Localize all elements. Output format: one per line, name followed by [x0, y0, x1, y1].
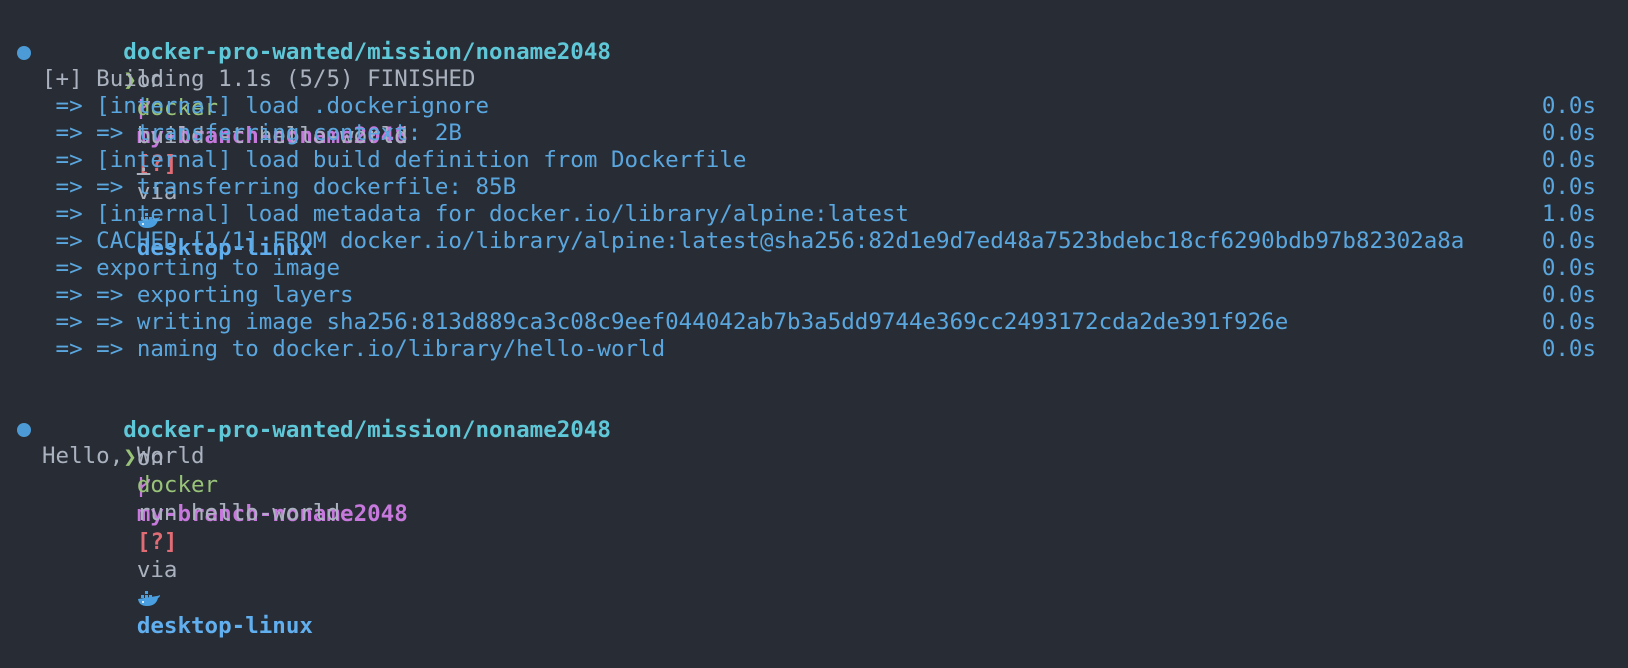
build-step: => [internal] load build definition from…: [0, 146, 1628, 174]
build-step-time: 0.0s: [1541, 120, 1596, 146]
build-step-time: 0.0s: [1541, 282, 1596, 308]
build-step-text: => [internal] load build definition from…: [42, 147, 747, 173]
build-step-time: 0.0s: [1541, 309, 1596, 335]
build-header: [+] Building 1.1s (5/5) FINISHED: [0, 65, 1628, 93]
build-step: => [internal] load .dockerignore 0.0s: [0, 92, 1628, 120]
command-name: docker: [136, 472, 219, 498]
prompt-line: docker-pro-wanted/mission/noname2048 on …: [0, 10, 1628, 261]
build-step-text: => => naming to docker.io/library/hello-…: [42, 336, 666, 362]
build-step-text: => exporting to image: [42, 255, 341, 281]
command-line: ❯ docker build -t hello-world .: [0, 38, 1628, 177]
build-step: => => transferring context: 2B 0.0s: [0, 119, 1628, 147]
build-header-text: [+] Building 1.1s (5/5) FINISHED: [42, 66, 476, 92]
build-step-text: => [internal] load .dockerignore: [42, 93, 490, 119]
prompt-line: docker-pro-wanted/mission/noname2048 on …: [0, 388, 1628, 639]
build-step: => => exporting layers 0.0s: [0, 281, 1628, 309]
build-step: => CACHED [1/1] FROM docker.io/library/a…: [0, 227, 1628, 255]
build-step-time: 0.0s: [1541, 174, 1596, 200]
terminal-window[interactable]: docker-pro-wanted/mission/noname2048 on …: [0, 0, 1628, 639]
build-step-time: 0.0s: [1541, 255, 1596, 281]
status-dot-icon: [17, 423, 31, 437]
build-step-time: 0.0s: [1541, 228, 1596, 254]
output-line: Hello, World: [0, 442, 1628, 470]
command-output: Hello, World: [42, 443, 205, 469]
build-step: => => writing image sha256:813d889ca3c08…: [0, 308, 1628, 336]
build-step-text: => => exporting layers: [42, 282, 354, 308]
build-step-time: 0.0s: [1541, 147, 1596, 173]
build-step-text: => => transferring context: 2B: [42, 120, 462, 146]
build-step-text: => CACHED [1/1] FROM docker.io/library/a…: [42, 228, 1465, 254]
build-step: => exporting to image 0.0s: [0, 254, 1628, 282]
build-step-text: => => writing image sha256:813d889ca3c08…: [42, 309, 1289, 335]
command-line: ❯ docker run hello-world: [0, 415, 1628, 526]
prompt-context: desktop-linux: [136, 613, 313, 639]
build-step-time: 1.0s: [1541, 201, 1596, 227]
build-step-time: 0.0s: [1541, 93, 1596, 119]
build-step: => => transferring dockerfile: 85B 0.0s: [0, 173, 1628, 201]
build-step-text: => [internal] load metadata for docker.i…: [42, 201, 909, 227]
prompt-via: via: [136, 557, 178, 583]
whale-icon: [137, 585, 161, 611]
build-step-text: => => transferring dockerfile: 85B: [42, 174, 517, 200]
build-step: => [internal] load metadata for docker.i…: [0, 200, 1628, 228]
build-step-time: 0.0s: [1541, 336, 1596, 362]
command-args: run hello-world: [136, 500, 341, 526]
status-dot-icon: [17, 46, 31, 60]
build-step: => => naming to docker.io/library/hello-…: [0, 335, 1628, 363]
